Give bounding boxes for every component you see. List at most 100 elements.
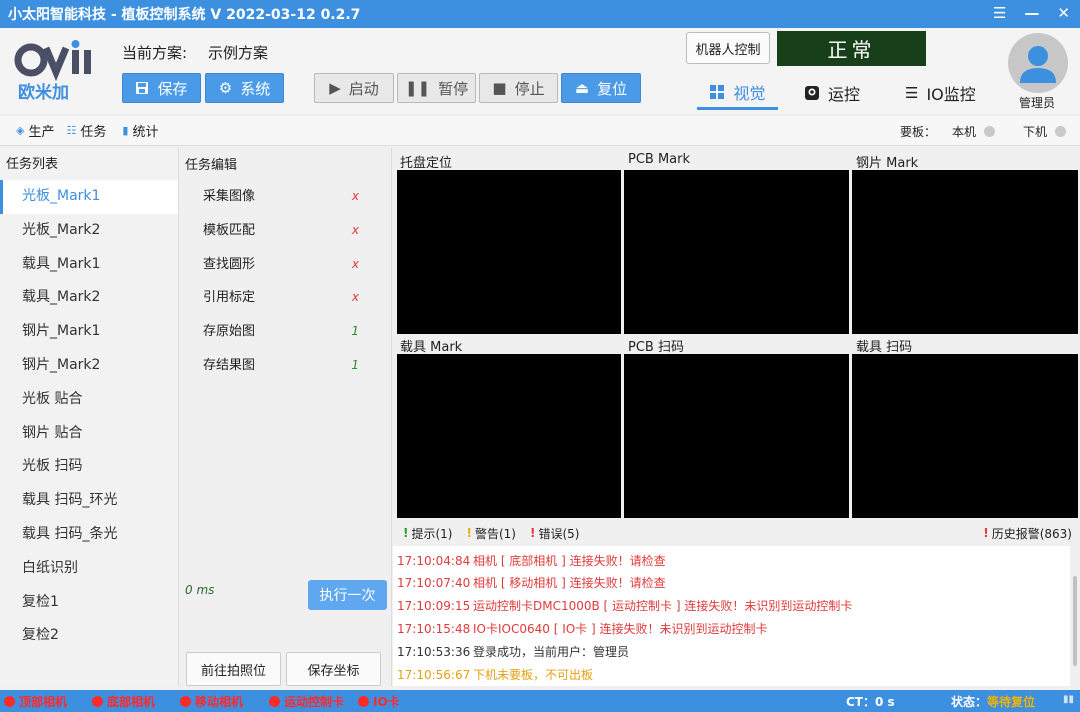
task-step[interactable]: 存原始图 1 <box>179 315 391 349</box>
list-item[interactable]: 钢片_Mark2 <box>0 349 178 383</box>
task-step[interactable]: 采集图像 x <box>179 180 391 214</box>
list-item[interactable]: 钢片 贴合 <box>0 417 178 451</box>
downstream-indicator <box>1055 126 1066 137</box>
list-item[interactable]: 复检1 <box>0 586 178 620</box>
task-list-icon: ☷ <box>66 124 77 137</box>
robot-control-button[interactable]: 机器人控制 <box>686 32 770 64</box>
menu-icon[interactable]: ☰ <box>993 4 1006 22</box>
log-time: 17:10:09:15 <box>397 599 471 613</box>
task-step-name: 存原始图 <box>203 324 256 340</box>
list-item[interactable]: 光板 扫码 <box>0 450 178 484</box>
camera-view-tray[interactable] <box>397 170 621 334</box>
system-button[interactable]: ⚙ 系统 <box>205 73 284 103</box>
camera-title: 载具 扫码 <box>856 340 913 355</box>
save-button[interactable]: 保存 <box>122 73 201 103</box>
log-tab-warning[interactable]: ! 警告(1) <box>466 525 515 542</box>
save-label: 保存 <box>157 79 188 98</box>
camera-view-steel-mark[interactable] <box>852 170 1078 334</box>
subnav-stats[interactable]: ▮ 统计 <box>122 121 158 140</box>
log-text: 运动控制卡DMC1000B [ 运动控制卡 ] 连接失败！未识别到运动控制卡 <box>473 599 853 613</box>
reset-label: 复位 <box>597 79 628 98</box>
tab-io-label: IO监控 <box>926 85 976 104</box>
list-item[interactable]: 载具 扫码_环光 <box>0 484 178 518</box>
list-item[interactable]: 载具_Mark2 <box>0 281 178 315</box>
reset-button[interactable]: ⏏ 复位 <box>561 73 641 103</box>
resize-grip-icon[interactable]: ▮▮ <box>1063 694 1074 705</box>
task-step[interactable]: 存结果图 1 <box>179 349 391 383</box>
close-icon[interactable]: ✕ <box>1057 4 1070 22</box>
list-item[interactable]: 光板_Mark2 <box>0 214 178 248</box>
save-coordinates-button[interactable]: 保存坐标 <box>286 652 381 686</box>
scrollbar-thumb[interactable] <box>1073 576 1077 666</box>
tab-vision[interactable]: 视觉 <box>697 76 778 110</box>
subnav-task[interactable]: ☷ 任务 <box>66 121 106 140</box>
elapsed-time: 0 ms <box>185 583 215 597</box>
alarm-icon: ! <box>983 526 989 540</box>
task-step[interactable]: 模板匹配 x <box>179 214 391 248</box>
window-title: 小太阳智能科技 - 植板控制系统 V 2022-03-12 0.2.7 <box>8 7 361 23</box>
subnav-production[interactable]: ◈ 生产 <box>16 121 54 140</box>
list-item[interactable]: 复检2 <box>0 619 178 653</box>
list-item[interactable]: 光板 贴合 <box>0 383 178 417</box>
tab-io-monitor[interactable]: ☰ IO监控 <box>905 76 976 110</box>
camera-view-carrier-scan[interactable] <box>852 354 1078 518</box>
log-line: 17:10:07:40 相机 [ 移动相机 ] 连接失败！请检查 <box>397 574 666 591</box>
log-line: 17:10:04:84 相机 [ 底部相机 ] 连接失败！请检查 <box>397 552 666 569</box>
log-time: 17:10:53:36 <box>397 645 471 659</box>
goto-photo-position-button[interactable]: 前往拍照位 <box>186 652 281 686</box>
log-tab-hint[interactable]: ! 提示(1) <box>403 525 452 542</box>
scheme-label: 当前方案: <box>122 44 188 62</box>
log-text: 登录成功，当前用户：管理员 <box>473 645 630 659</box>
log-time: 17:10:04:84 <box>397 554 471 568</box>
avatar[interactable] <box>1008 33 1068 93</box>
camera-view-carrier-mark[interactable] <box>397 354 621 518</box>
log-error-label: 错误(5) <box>538 526 580 541</box>
status-dot-icon <box>269 696 280 707</box>
status-dot-icon <box>180 696 191 707</box>
device-status: 顶部相机 <box>4 693 67 710</box>
list-item[interactable]: 载具_Mark1 <box>0 248 178 282</box>
camera-title: PCB 扫码 <box>628 340 684 355</box>
history-alarm-button[interactable]: ! 历史报警(863) <box>983 525 1072 542</box>
task-step[interactable]: 引用标定 x <box>179 281 391 315</box>
stop-button[interactable]: ■ 停止 <box>479 73 558 103</box>
log-list[interactable]: 17:10:04:84 相机 [ 底部相机 ] 连接失败！请检查 17:10:07… <box>393 546 1070 686</box>
pause-label: 暂停 <box>438 79 469 98</box>
minimize-icon[interactable]: — <box>1024 4 1039 22</box>
step-status-mark: x <box>351 222 359 237</box>
task-step[interactable]: 查找圆形 x <box>179 248 391 282</box>
log-line: 17:10:09:15 运动控制卡DMC1000B [ 运动控制卡 ] 连接失败！… <box>397 597 852 614</box>
log-line: 17:10:15:48 IO卡IOC0640 [ IO卡 ] 连接失败！未识别到运… <box>397 620 768 637</box>
tab-motion[interactable]: 运控 <box>804 76 860 110</box>
task-list-header: 任务列表 <box>6 157 59 172</box>
list-item[interactable]: 钢片_Mark1 <box>0 315 178 349</box>
device-label: 顶部相机 <box>19 695 68 709</box>
list-item[interactable]: 载具 扫码_条光 <box>0 518 178 552</box>
pause-icon: ❚❚ <box>404 79 431 97</box>
camera-view-pcb-scan[interactable] <box>624 354 849 518</box>
log-scrollbar[interactable] <box>1070 546 1080 686</box>
board-request-label: 要板： <box>899 125 936 139</box>
log-tab-error[interactable]: ! 错误(5) <box>530 525 579 542</box>
start-button[interactable]: ▶ 启动 <box>314 73 394 103</box>
downstream-label: 下机 <box>1022 125 1047 139</box>
execute-once-button[interactable]: 执行一次 <box>308 580 387 610</box>
save-icon <box>136 82 149 94</box>
list-item[interactable]: 白纸识别 <box>0 552 178 586</box>
windows-icon <box>710 84 725 99</box>
local-indicator <box>983 126 995 137</box>
tab-vision-label: 视觉 <box>733 83 766 103</box>
error-icon: ! <box>529 526 536 540</box>
log-warn-label: 警告(1) <box>474 526 516 541</box>
pause-button[interactable]: ❚❚ 暂停 <box>397 73 476 103</box>
state-value: 等待复位 <box>987 695 1036 709</box>
list-item[interactable]: 光板_Mark1 <box>0 180 178 214</box>
status-bar: 顶部相机 底部相机 移动相机 运动控制卡 IO卡 CT：0 s 状态：等待复位 … <box>0 690 1080 712</box>
subnav-production-label: 生产 <box>28 125 55 140</box>
camera-view-pcb-mark[interactable] <box>624 170 849 334</box>
task-step-name: 引用标定 <box>203 290 256 306</box>
camera-icon <box>805 86 819 100</box>
warning-icon: ! <box>466 526 472 540</box>
camera-title: 托盘定位 <box>400 156 453 171</box>
sub-nav: ◈ 生产 ☷ 任务 ▮ 统计 要板： 本机 下机 <box>0 116 1080 146</box>
